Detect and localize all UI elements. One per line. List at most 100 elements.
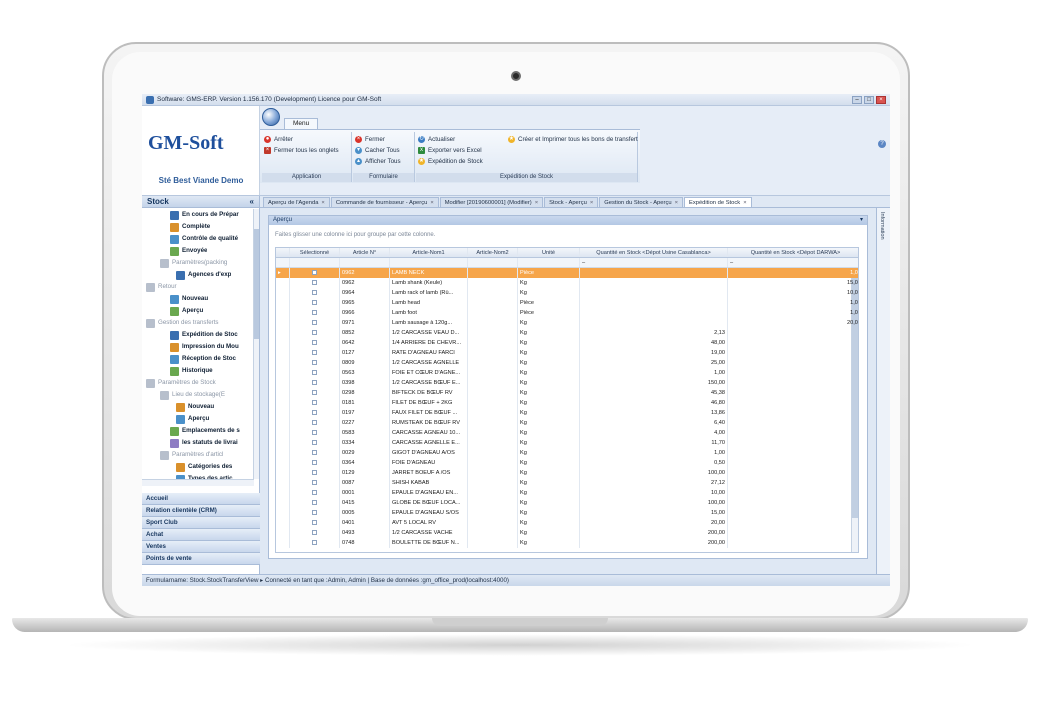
table-cell[interactable]: Pièce	[518, 268, 580, 278]
document-tab[interactable]: Stock - Aperçu ×	[544, 197, 599, 207]
table-cell[interactable]: RATE D'AGNEAU FARCI	[390, 348, 468, 358]
table-cell[interactable]	[580, 288, 728, 298]
row-checkbox-cell[interactable]	[290, 278, 340, 288]
row-indicator[interactable]	[276, 538, 290, 548]
application-orb-button[interactable]	[262, 108, 280, 126]
table-cell[interactable]: Kg	[518, 508, 580, 518]
table-cell[interactable]: 11,70	[580, 438, 728, 448]
table-cell[interactable]: 0029	[340, 448, 390, 458]
row-checkbox-cell[interactable]	[290, 528, 340, 538]
sidebar-tree-item[interactable]: Agences d'exp	[142, 269, 254, 281]
row-checkbox-cell[interactable]	[290, 318, 340, 328]
table-row[interactable]: 0227 RUMSTEAK DE BŒUF RV Kg 6,40	[276, 418, 858, 428]
close-tab-icon[interactable]: ×	[535, 200, 538, 206]
table-cell[interactable]: 0129	[340, 468, 390, 478]
table-cell[interactable]	[728, 348, 858, 358]
sidebar-tree-item[interactable]: Envoyée	[142, 245, 254, 257]
row-checkbox-cell[interactable]	[290, 518, 340, 528]
document-tab[interactable]: Commande de fournisseur - Aperçu ×	[330, 197, 439, 207]
table-cell[interactable]: 0127	[340, 348, 390, 358]
stock-shipment-button[interactable]: ★ Expédition de Stock	[418, 156, 483, 166]
row-checkbox-cell[interactable]	[290, 468, 340, 478]
table-cell[interactable]: Lamb sausage à 120g...	[390, 318, 468, 328]
row-checkbox[interactable]	[312, 490, 317, 496]
table-cell[interactable]: 0334	[340, 438, 390, 448]
sidebar-tree-item[interactable]: Retour	[142, 281, 254, 293]
table-cell[interactable]: Kg	[518, 528, 580, 538]
close-tab-icon[interactable]: ×	[321, 200, 324, 206]
filter-cell[interactable]	[390, 258, 468, 267]
sidebar-tree-item[interactable]: Nouveau	[142, 401, 254, 413]
table-cell[interactable]: 48,00	[580, 338, 728, 348]
information-strip[interactable]: Information	[876, 208, 890, 574]
table-row[interactable]: 0001 EPAULE D'AGNEAU EN... Kg 10,00	[276, 488, 858, 498]
table-row[interactable]: 0398 1/2 CARCASSE BŒUF E... Kg 150,00	[276, 378, 858, 388]
table-cell[interactable]: 200,00	[580, 528, 728, 538]
table-row[interactable]: 0127 RATE D'AGNEAU FARCI Kg 19,00	[276, 348, 858, 358]
table-cell[interactable]: FOIE D'AGNEAU	[390, 458, 468, 468]
table-cell[interactable]	[468, 418, 518, 428]
table-cell[interactable]: 150,00	[580, 378, 728, 388]
table-row[interactable]: 0415 GLOBE DE BŒUF LOCA... Kg 100,00	[276, 498, 858, 508]
sidebar-tree-item[interactable]: Catégories des	[142, 461, 254, 473]
row-checkbox-cell[interactable]	[290, 378, 340, 388]
table-cell[interactable]: 0364	[340, 458, 390, 468]
row-indicator[interactable]	[276, 378, 290, 388]
row-checkbox-cell[interactable]	[290, 308, 340, 318]
row-indicator[interactable]	[276, 298, 290, 308]
row-checkbox-cell[interactable]	[290, 368, 340, 378]
row-checkbox[interactable]	[312, 500, 317, 506]
table-cell[interactable]	[728, 528, 858, 538]
table-cell[interactable]: Kg	[518, 458, 580, 468]
table-cell[interactable]	[468, 338, 518, 348]
tab-menu[interactable]: Menu	[284, 118, 319, 129]
table-row[interactable]: 0583 CARCASSE AGNEAU 10... Kg 4,00	[276, 428, 858, 438]
filter-cell[interactable]: –	[580, 258, 728, 267]
row-checkbox[interactable]	[312, 530, 317, 536]
table-cell[interactable]	[468, 458, 518, 468]
table-cell[interactable]	[728, 338, 858, 348]
table-row[interactable]: ▸ 0962LAMB NECK Pièce 1,00	[276, 268, 858, 278]
table-cell[interactable]	[468, 468, 518, 478]
table-cell[interactable]: 100,00	[580, 468, 728, 478]
row-checkbox-cell[interactable]	[290, 538, 340, 548]
table-cell[interactable]: 13,86	[580, 408, 728, 418]
sidebar-tree-item[interactable]: Paramètres d'articl	[142, 449, 254, 461]
column-header[interactable]: Unité	[518, 248, 580, 257]
table-cell[interactable]: Lamb shank (Keule)	[390, 278, 468, 288]
table-cell[interactable]: Kg	[518, 498, 580, 508]
row-indicator[interactable]	[276, 388, 290, 398]
sidebar-tree-item[interactable]: Nouveau	[142, 293, 254, 305]
table-cell[interactable]: 4,00	[580, 428, 728, 438]
table-cell[interactable]: 0005	[340, 508, 390, 518]
table-cell[interactable]	[468, 358, 518, 368]
table-cell[interactable]: Kg	[518, 328, 580, 338]
table-cell[interactable]	[468, 368, 518, 378]
table-cell[interactable]: Pièce	[518, 308, 580, 318]
filter-cell[interactable]	[468, 258, 518, 267]
column-header[interactable]: Article-Nom1	[390, 248, 468, 257]
minimize-button[interactable]: –	[852, 95, 862, 104]
row-indicator[interactable]	[276, 518, 290, 528]
row-checkbox[interactable]	[312, 360, 317, 366]
table-cell[interactable]: 20,00	[580, 518, 728, 528]
table-cell[interactable]: 0181	[340, 398, 390, 408]
table-cell[interactable]: 45,38	[580, 388, 728, 398]
row-checkbox[interactable]	[312, 300, 317, 306]
table-cell[interactable]: 27,12	[580, 478, 728, 488]
table-cell[interactable]: 0962	[340, 268, 390, 278]
table-cell[interactable]: 200,00	[580, 538, 728, 548]
column-header[interactable]: Article N°	[340, 248, 390, 257]
table-cell[interactable]: Pièce	[518, 298, 580, 308]
row-checkbox[interactable]	[312, 450, 317, 456]
row-checkbox-cell[interactable]	[290, 408, 340, 418]
table-cell[interactable]	[580, 308, 728, 318]
table-cell[interactable]	[468, 328, 518, 338]
tree-scrollbar[interactable]	[253, 209, 259, 479]
table-cell[interactable]: GIGOT D'AGNEAU A/OS	[390, 448, 468, 458]
table-cell[interactable]: Kg	[518, 338, 580, 348]
table-cell[interactable]	[728, 358, 858, 368]
table-cell[interactable]	[728, 408, 858, 418]
table-cell[interactable]: 15,00	[728, 278, 858, 288]
table-cell[interactable]: 100,00	[580, 498, 728, 508]
